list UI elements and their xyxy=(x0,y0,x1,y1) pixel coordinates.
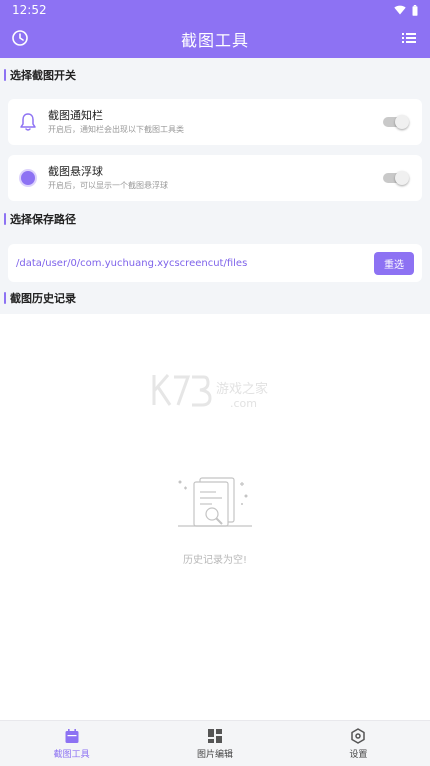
float-ball-icon xyxy=(19,169,37,187)
bell-icon xyxy=(20,113,36,131)
watermark-logo: 游戏之家 .com xyxy=(152,374,268,410)
app-header: 12:52 截图工具 xyxy=(0,0,430,58)
section-title-save-path: 选择保存路径 xyxy=(0,204,430,234)
settings-icon xyxy=(351,727,366,744)
nav-label: 截图工具 xyxy=(53,749,90,760)
list-menu-icon[interactable] xyxy=(401,30,417,46)
status-time: 12:52 xyxy=(12,3,47,17)
empty-history-illustration xyxy=(178,477,252,527)
calendar-icon xyxy=(65,728,79,743)
nav-item-screenshot-tool[interactable]: 截图工具 xyxy=(0,721,143,766)
switch-title: 截图悬浮球 xyxy=(48,165,103,178)
nav-label: 设置 xyxy=(349,749,368,760)
page-title: 截图工具 xyxy=(180,31,249,50)
battery-icon xyxy=(412,4,418,16)
svg-text:游戏之家: 游戏之家 xyxy=(216,381,268,397)
section-title-switches: 选择截图开关 xyxy=(0,60,430,90)
notification-toggle[interactable] xyxy=(383,115,409,129)
float-ball-toggle[interactable] xyxy=(383,171,409,185)
nav-item-settings[interactable]: 设置 xyxy=(287,721,430,766)
switch-title: 截图通知栏 xyxy=(48,109,103,122)
grid-icon xyxy=(207,728,222,743)
reselect-button[interactable]: 重选 xyxy=(374,251,414,275)
status-icons xyxy=(394,4,418,16)
save-path-card: /data/user/0/com.yuchuang.xycscreencut/f… xyxy=(8,244,422,282)
section-title-history: 截图历史记录 xyxy=(0,283,430,313)
bottom-nav: 截图工具 图片编辑 设置 xyxy=(0,720,430,766)
save-path-value: /data/user/0/com.yuchuang.xycscreencut/f… xyxy=(16,257,248,269)
wifi-icon xyxy=(394,5,406,15)
status-bar: 12:52 xyxy=(0,0,430,20)
switch-desc: 开启后，通知栏会出现以下截图工具类 xyxy=(48,125,184,134)
nav-label: 图片编辑 xyxy=(196,749,233,760)
switch-card-float-ball[interactable]: 截图悬浮球 开启后，可以显示一个截图悬浮球 xyxy=(8,155,422,201)
toolbar: 截图工具 xyxy=(0,20,430,58)
svg-text:.com: .com xyxy=(230,397,257,410)
history-panel: 游戏之家 .com 历史记录为空! xyxy=(0,314,430,720)
empty-history-text: 历史记录为空! xyxy=(182,555,247,566)
nav-item-image-edit[interactable]: 图片编辑 xyxy=(143,721,286,766)
history-clock-icon[interactable] xyxy=(11,29,29,47)
switch-card-notification[interactable]: 截图通知栏 开启后，通知栏会出现以下截图工具类 xyxy=(8,99,422,145)
switch-desc: 开启后，可以显示一个截图悬浮球 xyxy=(48,181,168,190)
